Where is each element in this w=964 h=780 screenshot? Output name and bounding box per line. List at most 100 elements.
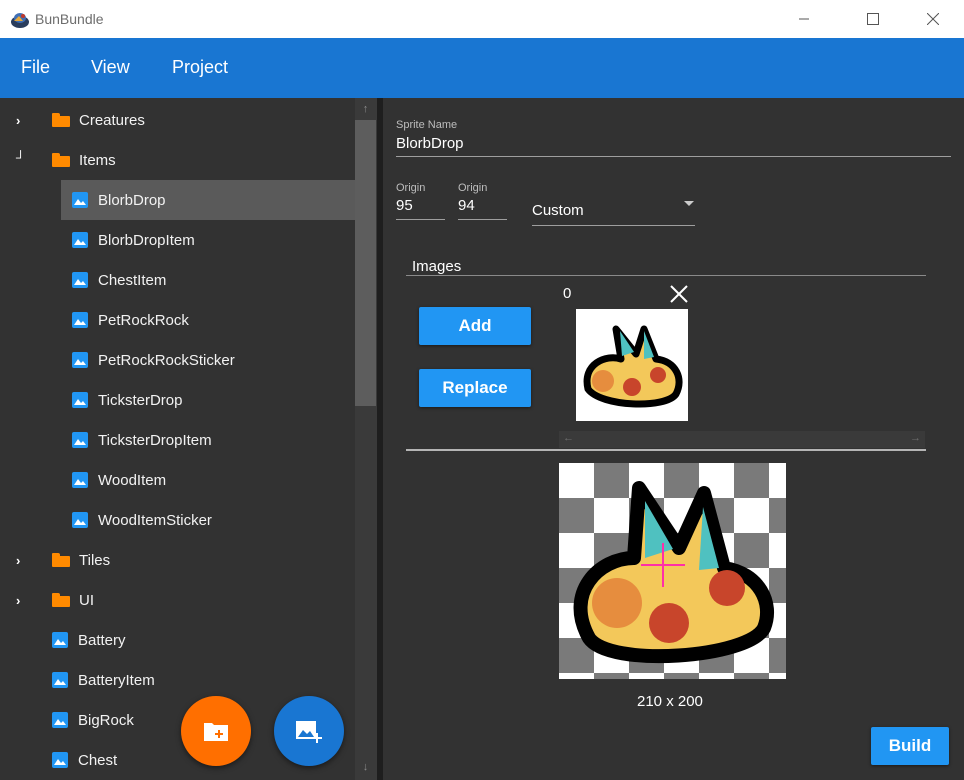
- folder-icon: [52, 113, 70, 127]
- tree-item-label: PetRockRock: [98, 311, 189, 329]
- tree-item-label: UI: [79, 591, 94, 609]
- sprite-preview[interactable]: [559, 463, 786, 679]
- tree-item-wooditem[interactable]: WoodItem: [61, 460, 355, 500]
- tree-item-label: Items: [79, 151, 116, 169]
- sprite-name-underline: [396, 156, 951, 157]
- folder-icon: [52, 153, 70, 167]
- tree-folder-tiles[interactable]: › Tiles: [0, 540, 355, 580]
- dropdown-arrow-icon: [684, 201, 694, 206]
- origin-mode-value: Custom: [532, 202, 584, 219]
- maximize-button[interactable]: [850, 0, 896, 38]
- image-icon: [72, 312, 88, 328]
- tree-item-label: BatteryItem: [78, 671, 155, 689]
- sprite-editor: Sprite Name BlorbDrop Origin 95 Origin 9…: [383, 98, 964, 780]
- images-bottom-divider: [406, 449, 926, 451]
- remove-image-icon[interactable]: [670, 285, 688, 303]
- tree-item-label: ChestItem: [98, 271, 167, 289]
- build-button[interactable]: Build: [871, 727, 949, 765]
- image-icon: [72, 392, 88, 408]
- close-icon: [927, 13, 939, 25]
- image-icon: [72, 472, 88, 488]
- title-bar: BunBundle: [0, 0, 964, 38]
- thumbnail-scrollbar[interactable]: ← →: [559, 431, 925, 448]
- origin-x-label: Origin: [396, 182, 426, 194]
- tree-item-label: TicksterDrop: [98, 391, 183, 409]
- blorb-preview-image: [573, 481, 775, 664]
- tree-item-petrockrock[interactable]: PetRockRock: [61, 300, 355, 340]
- images-underline: [406, 275, 926, 276]
- origin-mode-select[interactable]: Custom: [532, 198, 695, 226]
- chevron-right-icon[interactable]: ›: [16, 113, 30, 128]
- tree-item-label: BlorbDropItem: [98, 231, 195, 249]
- tree-item-battery[interactable]: Battery: [0, 620, 355, 660]
- tree-item-blorbdropitem[interactable]: BlorbDropItem: [61, 220, 355, 260]
- blorb-thumbnail-image: [583, 325, 683, 408]
- tree-item-label: WoodItemSticker: [98, 511, 212, 529]
- add-image-icon: [296, 721, 322, 743]
- tree-item-label: BigRock: [78, 711, 134, 729]
- tree-item-ticksterdrop[interactable]: TicksterDrop: [61, 380, 355, 420]
- origin-y-input[interactable]: 94: [458, 197, 475, 214]
- image-icon: [72, 432, 88, 448]
- preview-size: 210 x 200: [637, 693, 703, 710]
- image-icon: [72, 352, 88, 368]
- add-folder-icon: [204, 723, 228, 741]
- menu-bar: File View Project: [0, 38, 964, 98]
- image-icon: [52, 632, 68, 648]
- menu-view[interactable]: View: [91, 57, 130, 78]
- origin-x-underline: [396, 219, 445, 220]
- window-title: BunBundle: [35, 11, 104, 27]
- replace-image-button[interactable]: Replace: [419, 369, 531, 407]
- folder-icon: [52, 553, 70, 567]
- image-thumbnail[interactable]: [576, 309, 688, 421]
- sprite-name-input[interactable]: BlorbDrop: [396, 135, 464, 152]
- scroll-down-icon[interactable]: ↓: [359, 761, 372, 774]
- scroll-right-icon[interactable]: →: [910, 432, 921, 444]
- image-icon: [72, 192, 88, 208]
- tree-item-label: PetRockRockSticker: [98, 351, 235, 369]
- origin-mode-underline: [532, 225, 695, 226]
- tree-item-batteryitem[interactable]: BatteryItem: [0, 660, 355, 700]
- tree-item-chestitem[interactable]: ChestItem: [61, 260, 355, 300]
- add-sprite-button[interactable]: [274, 696, 344, 766]
- scrollbar-thumb[interactable]: [355, 120, 376, 406]
- tree-item-label: BlorbDrop: [98, 191, 166, 209]
- tree-folder-ui[interactable]: › UI: [0, 580, 355, 620]
- image-icon: [52, 712, 68, 728]
- origin-x-input[interactable]: 95: [396, 197, 413, 214]
- tree-scrollbar[interactable]: ↑ ↓: [355, 98, 377, 780]
- chevron-right-icon[interactable]: ›: [16, 593, 30, 608]
- tree-folder-creatures[interactable]: › Creatures: [0, 100, 355, 140]
- menu-file[interactable]: File: [21, 57, 50, 78]
- sprite-name-label: Sprite Name: [396, 119, 458, 131]
- tree-item-label: Chest: [78, 751, 118, 769]
- scroll-left-icon[interactable]: ←: [563, 432, 574, 444]
- folder-icon: [52, 593, 70, 607]
- image-icon: [72, 232, 88, 248]
- tree-item-ticksterdropitem[interactable]: TicksterDropItem: [61, 420, 355, 460]
- images-label: Images: [412, 258, 462, 275]
- minimize-button[interactable]: [781, 0, 827, 38]
- image-index: 0: [563, 285, 572, 302]
- app-icon: [11, 13, 29, 28]
- tree-item-petrockrocksticker[interactable]: PetRockRockSticker: [61, 340, 355, 380]
- chevron-right-icon[interactable]: ›: [16, 553, 30, 568]
- tree-item-label: Tiles: [79, 551, 111, 569]
- add-folder-button[interactable]: [181, 696, 251, 766]
- tree-folder-items[interactable]: ┘ Items: [0, 140, 355, 180]
- minimize-icon: [799, 18, 809, 20]
- tree-item-blorbdrop[interactable]: BlorbDrop: [61, 180, 355, 220]
- tree-item-wooditemsticker[interactable]: WoodItemSticker: [61, 500, 355, 540]
- maximize-icon: [867, 13, 879, 25]
- tree-item-label: Battery: [78, 631, 126, 649]
- image-icon: [52, 672, 68, 688]
- tree-item-label: TicksterDropItem: [98, 431, 212, 449]
- origin-y-underline: [458, 219, 507, 220]
- origin-y-label: Origin: [458, 182, 488, 194]
- close-button[interactable]: [910, 0, 956, 38]
- chevron-down-icon[interactable]: ┘: [16, 150, 30, 165]
- tree-item-label: WoodItem: [98, 471, 167, 489]
- scroll-up-icon[interactable]: ↑: [359, 103, 372, 116]
- add-image-button[interactable]: Add: [419, 307, 531, 345]
- menu-project[interactable]: Project: [172, 57, 228, 78]
